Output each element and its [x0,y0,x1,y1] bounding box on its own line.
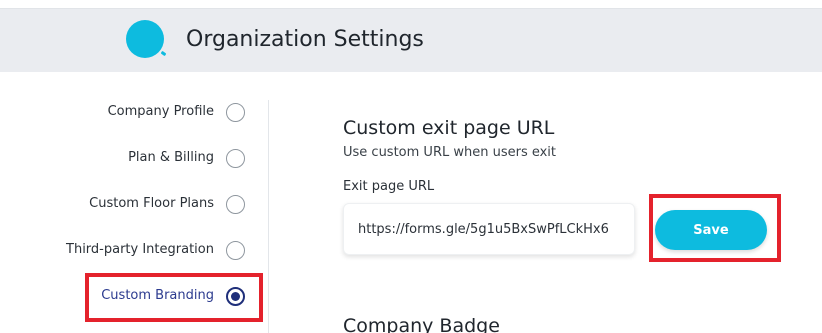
circle-logo-icon [126,20,164,58]
exit-url-label: Exit page URL [343,179,435,194]
radio-button[interactable] [226,195,245,214]
sidebar-item-label: Company Profile [107,104,214,119]
radio-button[interactable] [226,103,245,122]
settings-sidebar: Company Profile Plan & Billing Custom Fl… [0,72,270,333]
page-title: Organization Settings [186,27,424,52]
save-button[interactable]: Save [655,210,767,250]
sidebar-item-label: Custom Floor Plans [89,196,214,211]
sidebar-item-custom-branding[interactable]: Custom Branding [0,282,260,312]
section-title: Custom exit page URL [343,117,555,139]
sidebar-item-label: Third-party Integration [66,242,214,257]
sidebar-item-plan-billing[interactable]: Plan & Billing [0,144,260,174]
radio-button[interactable] [226,149,245,168]
sidebar-item-label: Custom Branding [101,288,214,303]
sidebar-item-custom-floor-plans[interactable]: Custom Floor Plans [0,190,260,220]
company-badge-title: Company Badge [343,315,500,333]
sidebar-item-label: Plan & Billing [128,150,214,165]
exit-url-input[interactable] [343,203,635,255]
header-bar: Organization Settings [0,8,822,72]
sidebar-item-third-party-integration[interactable]: Third-party Integration [0,236,260,266]
sidebar-divider [268,100,269,333]
sidebar-item-company-profile[interactable]: Company Profile [0,98,260,128]
radio-button[interactable] [226,241,245,260]
section-description: Use custom URL when users exit [343,145,557,160]
radio-button-selected[interactable] [226,287,245,306]
